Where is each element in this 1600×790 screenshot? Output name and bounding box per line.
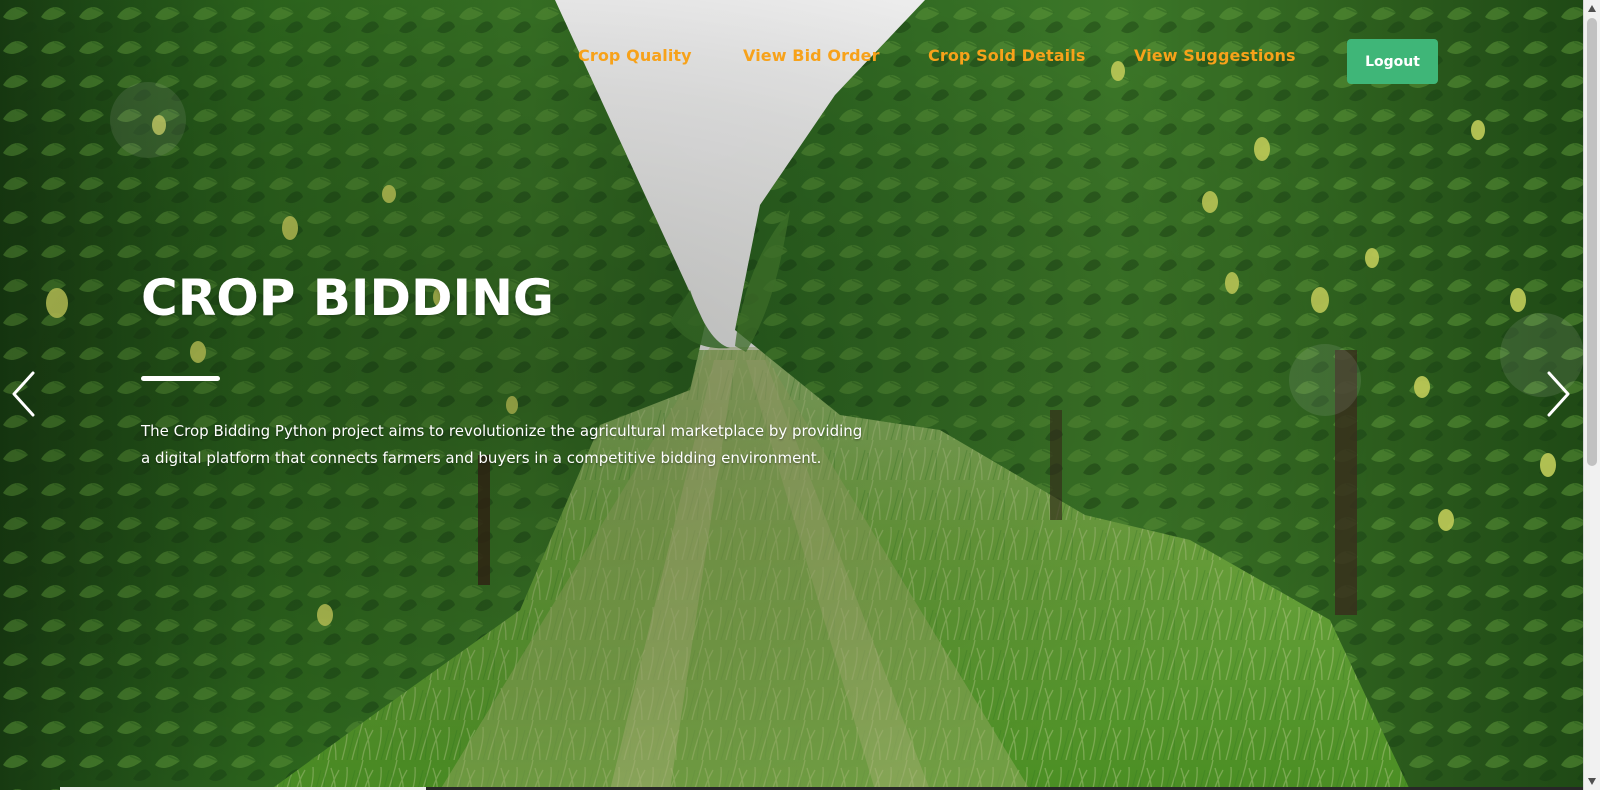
scrollbar-up-arrow-icon[interactable] [1588, 5, 1596, 12]
chevron-left-icon [12, 371, 35, 417]
carousel-previous-button[interactable] [8, 370, 42, 418]
hero-description: The Crop Bidding Python project aims to … [141, 422, 863, 467]
browser-viewport: Crop Quality View Bid Order Crop Sold De… [0, 0, 1583, 790]
nav-crop-sold-details-link[interactable]: Crop Sold Details [928, 46, 1085, 66]
hero-content: CROP BIDDING The Crop Bidding Python pro… [141, 268, 881, 467]
logout-button[interactable]: Logout [1347, 39, 1438, 84]
orchard-background-image [0, 0, 1583, 790]
nav-view-suggestions-link[interactable]: View Suggestions [1134, 46, 1296, 66]
nav-crop-quality-link[interactable]: Crop Quality [578, 46, 692, 66]
scrollbar-thumb[interactable] [1587, 18, 1597, 466]
hero-title: CROP BIDDING [141, 269, 554, 327]
nav-view-bid-order-link[interactable]: View Bid Order [743, 46, 880, 66]
scrollbar-down-arrow-icon[interactable] [1588, 778, 1596, 785]
chevron-right-icon [1547, 371, 1570, 417]
vertical-scrollbar[interactable] [1583, 0, 1600, 790]
carousel-next-button[interactable] [1540, 370, 1574, 418]
hero-carousel: Crop Quality View Bid Order Crop Sold De… [0, 0, 1583, 790]
main-navigation: Crop Quality View Bid Order Crop Sold De… [0, 36, 1583, 86]
title-divider [141, 376, 220, 381]
